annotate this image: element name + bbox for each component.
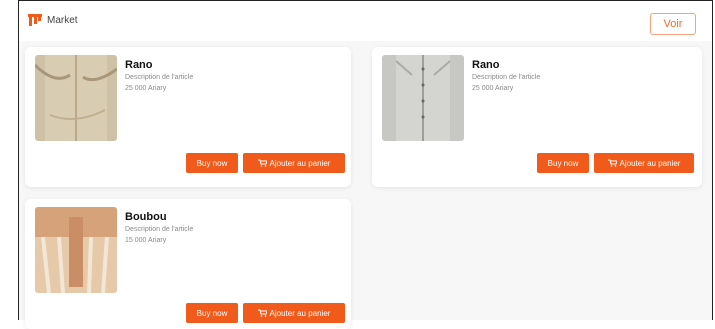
add-to-cart-label: Ajouter au panier <box>269 158 331 168</box>
product-price: 15 000 Ariary <box>125 237 167 244</box>
product-card: Boubou Description de l'article 15 000 A… <box>25 199 351 329</box>
market-logo-icon <box>27 12 43 28</box>
add-to-cart-button[interactable]: Ajouter au panier <box>594 153 694 173</box>
product-card: Rano Description de l'article 25 000 Ari… <box>372 47 702 187</box>
header-action-button[interactable]: Voir <box>650 13 696 35</box>
add-to-cart-label: Ajouter au panier <box>269 308 331 318</box>
product-price: 25 000 Ariary <box>125 85 167 92</box>
header: Market Voir <box>19 1 712 41</box>
add-to-cart-label: Ajouter au panier <box>619 158 681 168</box>
product-image[interactable] <box>35 207 117 293</box>
buy-now-button[interactable]: Buy now <box>537 153 589 173</box>
brand-name: Market <box>47 14 78 26</box>
cart-icon <box>257 309 268 317</box>
product-price: 25 000 Ariary <box>472 85 514 92</box>
buy-now-button[interactable]: Buy now <box>186 303 238 323</box>
product-title: Boubou <box>125 211 167 223</box>
app-frame: Market Voir Rano Description de l'articl… <box>18 0 713 329</box>
cart-icon <box>607 159 618 167</box>
product-image[interactable] <box>382 55 464 141</box>
product-title: Rano <box>472 59 500 71</box>
brand[interactable]: Market <box>27 12 78 28</box>
cart-icon <box>257 159 268 167</box>
product-card: Rano Description de l'article 25 000 Ari… <box>25 47 351 187</box>
product-image[interactable] <box>35 55 117 141</box>
add-to-cart-button[interactable]: Ajouter au panier <box>243 303 345 323</box>
product-title: Rano <box>125 59 153 71</box>
product-description: Description de l'article <box>125 226 194 233</box>
product-description: Description de l'article <box>472 74 541 81</box>
add-to-cart-button[interactable]: Ajouter au panier <box>243 153 345 173</box>
buy-now-button[interactable]: Buy now <box>186 153 238 173</box>
product-description: Description de l'article <box>125 74 194 81</box>
